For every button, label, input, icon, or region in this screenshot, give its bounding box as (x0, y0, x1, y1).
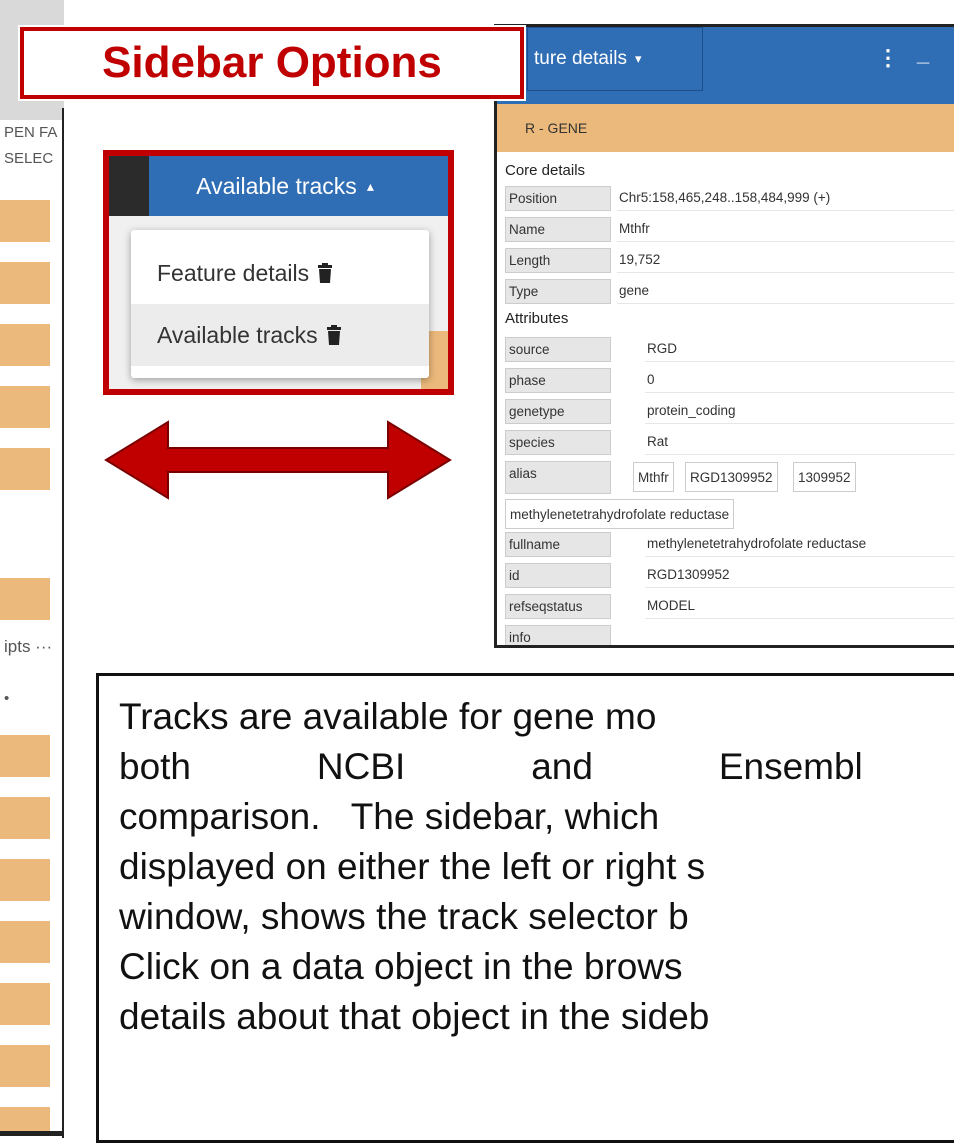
attr-key: source (505, 337, 611, 362)
sidebar-track-bar[interactable] (0, 200, 50, 242)
attr-key: id (505, 563, 611, 588)
available-tracks-menu-inset: Available tracks ▴ Feature details Avail… (103, 150, 454, 395)
attr-row-fullname: fullname methylenetetrahydrofolate reduc… (505, 532, 954, 558)
sidebar-snippet-select[interactable]: SELEC (4, 150, 53, 167)
feature-details-tab[interactable]: ture details ▾ (527, 27, 703, 91)
core-key: Position (505, 186, 611, 211)
alias-chip: Mthfr (633, 462, 674, 492)
alias-chip: RGD1309952 (685, 462, 778, 492)
sidebar-track-bar[interactable] (0, 735, 50, 777)
sidebar-snippet-open: PEN FA (4, 124, 58, 141)
core-key: Name (505, 217, 611, 242)
attr-value: Rat (645, 430, 954, 455)
description-line: displayed on either the left or right s (119, 846, 706, 887)
attr-row-phase: phase 0 (505, 368, 954, 394)
menu-item-label: Available tracks (157, 321, 318, 348)
sidebar-snippet-dot: • (4, 690, 10, 707)
attr-row-source: source RGD (505, 337, 954, 363)
attr-row-info: info (505, 625, 954, 645)
sidebar-track-bar[interactable] (0, 262, 50, 304)
attr-value: methylenetetrahydrofolate reductase (645, 532, 954, 557)
sidebar-track-bar[interactable] (0, 448, 50, 490)
core-row-position: Position Chr5:158,465,248..158,484,999 (… (505, 186, 954, 212)
core-value: Mthfr (617, 217, 954, 242)
attr-value (645, 625, 954, 645)
sidebar-snippet-transcripts[interactable]: ipts ··· (4, 637, 52, 657)
sidebar-track-bar[interactable] (0, 386, 50, 428)
description-line: details about that object in the sideb (119, 996, 710, 1037)
core-value: 19,752 (617, 248, 954, 273)
description-line: window, shows the track selector b (119, 896, 689, 937)
inset-header-right (421, 156, 448, 216)
sidebar-track-bar[interactable] (0, 578, 50, 620)
menu-item-label: Feature details (157, 259, 310, 286)
trash-icon[interactable] (326, 325, 342, 345)
core-row-length: Length 19,752 (505, 248, 954, 274)
attr-key: fullname (505, 532, 611, 557)
core-row-name: Name Mthfr (505, 217, 954, 243)
attr-value: 0 (645, 368, 954, 393)
caret-down-icon: ▾ (634, 51, 642, 66)
sidebar-options-menu: Feature details Available tracks (131, 230, 429, 378)
attr-row-refseqstatus: refseqstatus MODEL (505, 594, 954, 620)
sidebar-track-bar[interactable] (0, 797, 50, 839)
alias-chip: methylenetetrahydrofolate reductase (505, 499, 735, 529)
description-word: both (119, 746, 192, 787)
feature-details-panel: ture details ▾ ⋮ _ R - GENE Core details… (494, 24, 954, 648)
attr-key: genetype (505, 399, 611, 424)
description-word: Ensembl (718, 746, 863, 787)
attr-row-species: species Rat (505, 430, 954, 456)
available-tracks-button-label: Available tracks (196, 172, 357, 199)
attr-key: alias (505, 461, 611, 494)
sidebar-options-callout: Sidebar Options (20, 27, 524, 99)
feature-subheader: R - GENE (497, 104, 954, 152)
description-word: and (531, 746, 593, 787)
core-value: gene (617, 279, 954, 304)
description-line: both NCBI and Ensembl f (119, 748, 954, 785)
sidebar-track-bar[interactable] (0, 1045, 50, 1087)
attr-key: species (505, 430, 611, 455)
core-details-title: Core details (505, 162, 586, 179)
menu-item-available-tracks[interactable]: Available tracks (131, 304, 429, 366)
attr-key: phase (505, 368, 611, 393)
alias-chip: 1309952 (793, 462, 856, 492)
description-line: Tracks are available for gene mo (119, 696, 657, 737)
more-vert-icon[interactable]: ⋮ (877, 45, 899, 71)
feature-details-tab-label: ture details (534, 48, 627, 69)
attr-row-alias: alias Mthfr RGD1309952 1309952 (505, 461, 954, 495)
inset-dark-bar (109, 156, 149, 216)
minimize-icon[interactable]: _ (917, 41, 929, 67)
trash-icon[interactable] (317, 263, 333, 283)
caret-up-icon: ▴ (366, 177, 374, 194)
attr-value: RGD1309952 (645, 563, 954, 588)
attr-value: RGD (645, 337, 954, 362)
sidebar-track-bar[interactable] (0, 1107, 50, 1131)
available-tracks-button[interactable]: Available tracks ▴ (149, 156, 421, 216)
double-arrow-icon (104, 420, 452, 500)
menu-item-feature-details[interactable]: Feature details (131, 242, 429, 304)
sidebar-track-bar[interactable] (0, 859, 50, 901)
attr-key: info (505, 625, 611, 645)
sidebar-track-bar[interactable] (0, 324, 50, 366)
core-value: Chr5:158,465,248..158,484,999 (+) (617, 186, 954, 211)
left-sidebar-fragment: PEN FA SELEC ipts ··· • (0, 0, 64, 1139)
attr-row-genetype: genetype protein_coding (505, 399, 954, 425)
feature-type-label: R - GENE (525, 120, 588, 136)
description-line: Click on a data object in the brows (119, 946, 683, 987)
attr-value: MODEL (645, 594, 954, 619)
core-key: Type (505, 279, 611, 304)
attr-key: refseqstatus (505, 594, 611, 619)
attributes-title: Attributes (505, 310, 569, 327)
attr-row-id: id RGD1309952 (505, 563, 954, 589)
sidebar-border (0, 1131, 64, 1136)
core-row-type: Type gene (505, 279, 954, 305)
sidebar-track-bar[interactable] (0, 921, 50, 963)
description-box: Tracks are available for gene mo both NC… (96, 673, 954, 1143)
attr-value: protein_coding (645, 399, 954, 424)
sidebar-border (62, 108, 64, 1138)
description-word: NCBI (316, 746, 406, 787)
sidebar-track-bar[interactable] (0, 983, 50, 1025)
description-line: comparison. The sidebar, which (119, 796, 660, 837)
core-key: Length (505, 248, 611, 273)
